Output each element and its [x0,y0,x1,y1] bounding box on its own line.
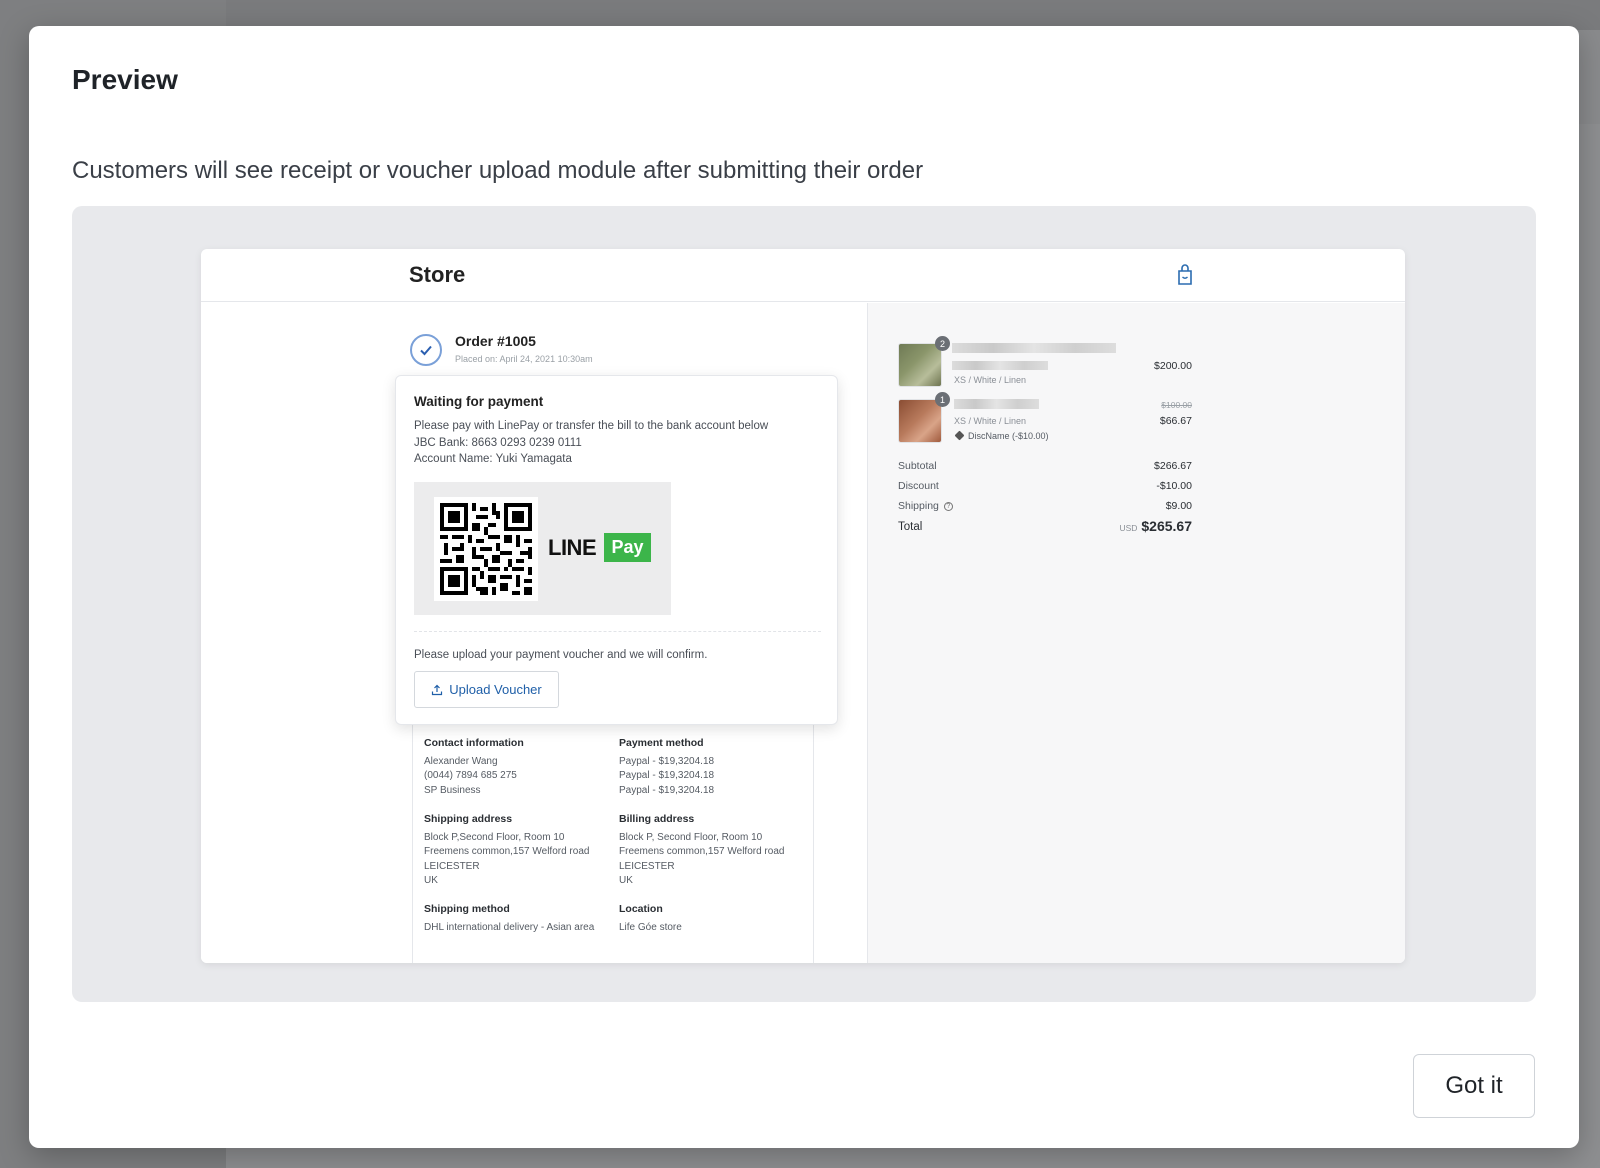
shipping-method-heading: Shipping method [424,903,510,915]
contact-line: Alexander Wang [424,756,498,768]
contact-line: SP Business [424,784,481,796]
address-line: UK [424,874,438,886]
payment-method-line: Paypal - $19,3204.18 [619,784,715,796]
address-line: Freemens common,157 Welford road [619,846,785,858]
bank-info: JBC Bank: 8663 0293 0239 0111 [414,437,582,449]
item-price: $200.00 [1154,360,1192,372]
quantity-badge: 1 [935,392,950,407]
shipping-label: Shipping [898,500,939,512]
payment-method-heading: Payment method [619,737,704,749]
payment-method-line: Paypal - $19,3204.18 [619,770,715,782]
blurred-product-name [952,343,1116,353]
location-heading: Location [619,903,663,915]
upload-voucher-label: Upload Voucher [449,682,542,697]
discount-tag: DiscName (-$10.00) [954,430,1049,441]
billing-address-heading: Billing address [619,813,695,825]
linepay-qr-panel: LINE Pay [414,482,671,615]
address-line: Block P, Second Floor, Room 10 [619,832,763,844]
product-thumbnail [898,399,942,443]
store-header: Store [201,249,1405,302]
check-circle-icon [410,334,442,366]
customer-info-card: Contact information Alexander Wang (0044… [412,713,814,963]
address-line: UK [619,874,633,886]
upload-icon [432,684,443,695]
total-value-wrap: USD $265.67 [1119,518,1192,534]
quantity-badge: 2 [935,336,950,351]
item-price: $66.67 [1159,415,1192,427]
shipping-address-heading: Shipping address [424,813,513,825]
shipping-method-info: Shipping method DHL international delive… [424,902,594,935]
order-date: Placed on: April 24, 2021 10:30am [455,354,593,364]
qr-code-icon [434,497,538,601]
payment-method-line: Paypal - $19,3204.18 [619,756,715,768]
contact-heading: Contact information [424,737,524,749]
upload-voucher-button[interactable]: Upload Voucher [414,671,559,708]
line-brand-text: LINE [548,535,597,560]
address-line: LEICESTER [619,860,675,872]
location-info: Location Life Góe store [619,902,682,935]
address-line: LEICESTER [424,860,480,872]
item-variant: XS / White / Linen [954,375,1027,385]
shopping-bag-icon [1178,264,1192,285]
order-summary-column: 2 XS / White / Linen $200.00 1 XS / Whit… [867,303,1405,963]
payment-method-info: Payment method Paypal - $19,3204.18 Payp… [619,736,714,798]
discount-label: Discount [898,480,939,492]
subtotal-value: $266.67 [1154,460,1192,472]
modal-title: Preview [72,64,178,95]
payment-instruction: Please pay with LinePay or transfer the … [414,420,769,432]
order-number: Order #1005 [455,333,536,349]
store-name: Store [409,262,466,287]
subtotal-label: Subtotal [898,460,937,472]
upload-hint: Please upload your payment voucher and w… [414,649,708,661]
help-icon[interactable]: ? [943,501,953,511]
total-label: Total [898,521,923,533]
item-original-price: $100.00 [1161,400,1192,410]
contact-info: Contact information Alexander Wang (0044… [424,736,524,798]
total-value: $265.67 [1141,518,1192,534]
account-name: Account Name: Yuki Yamagata [414,453,572,465]
contact-line: (0044) 7894 685 275 [424,770,517,782]
shipping-label-wrap: Shipping ? [898,500,953,512]
pay-brand-badge: Pay [604,533,651,562]
product-thumbnail [898,343,942,387]
preview-area: Store Order #1005 Placed on: April 24, 2… [72,206,1536,1002]
order-details-column: Order #1005 Placed on: April 24, 2021 10… [201,303,867,963]
waiting-payment-card: Waiting for payment Please pay with Line… [395,375,838,725]
preview-modal: Preview Customers will see receipt or vo… [29,26,1579,1148]
location-line: Life Góe store [619,922,682,934]
blurred-product-detail [952,361,1048,370]
modal-description: Customers will see receipt or voucher up… [72,157,924,184]
address-line: Block P,Second Floor, Room 10 [424,832,565,844]
shipping-address-info: Shipping address Block P,Second Floor, R… [424,812,589,888]
shipping-value: $9.00 [1165,500,1192,512]
got-it-button[interactable]: Got it [1413,1054,1535,1118]
shipping-method-line: DHL international delivery - Asian area [424,922,595,934]
payment-title: Waiting for payment [414,394,544,409]
billing-address-info: Billing address Block P, Second Floor, R… [619,812,784,888]
discount-name: DiscName (-$10.00) [968,431,1049,441]
tag-icon [954,430,965,441]
store-preview: Store Order #1005 Placed on: April 24, 2… [201,249,1405,963]
blurred-product-name [954,399,1039,409]
address-line: Freemens common,157 Welford road [424,846,590,858]
currency-code: USD [1119,523,1138,533]
discount-value: -$10.00 [1156,480,1192,492]
item-variant: XS / White / Linen [954,416,1027,426]
divider [414,631,821,632]
